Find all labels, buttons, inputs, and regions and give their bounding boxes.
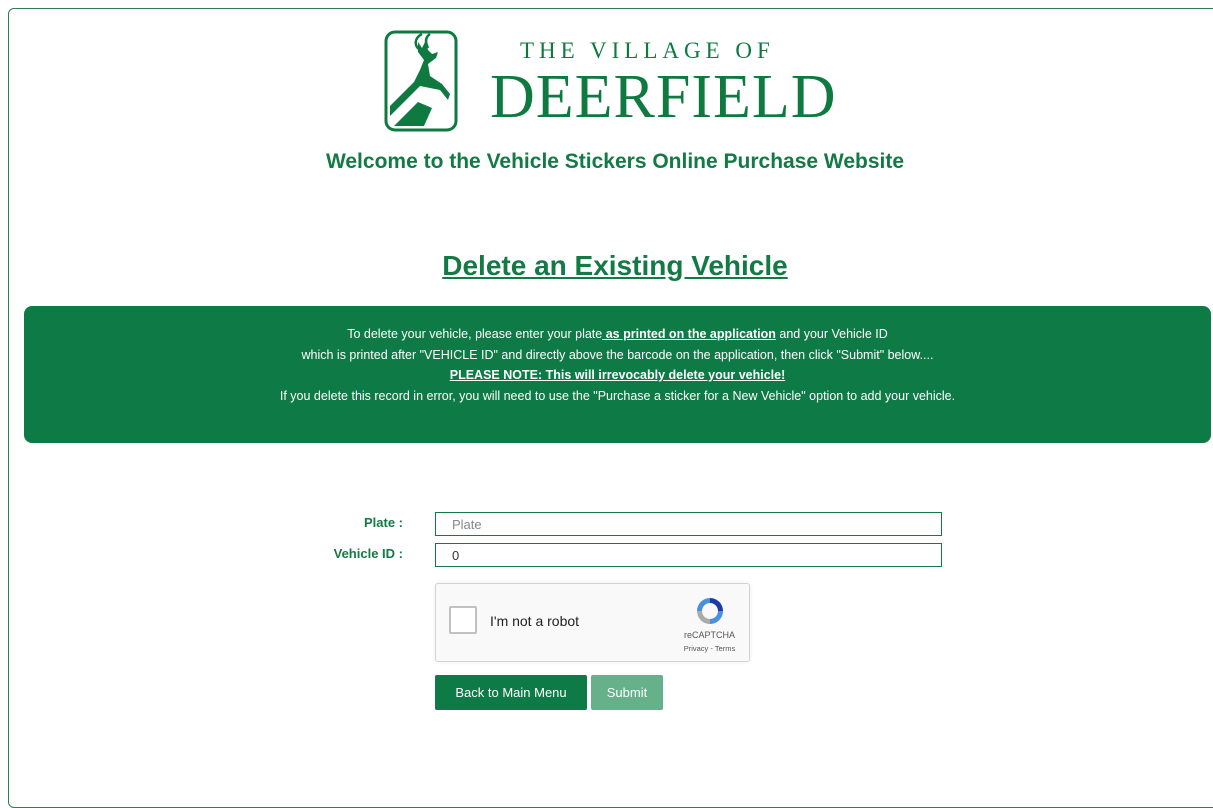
recaptcha-brand: reCAPTCHA xyxy=(683,630,735,640)
logo-line-1: THE VILLAGE OF xyxy=(520,38,775,63)
recaptcha-icon xyxy=(697,598,723,624)
back-to-main-menu-button[interactable]: Back to Main Menu xyxy=(435,675,587,710)
plate-input[interactable] xyxy=(435,512,942,536)
notice-line-4: If you delete this record in error, you … xyxy=(279,388,956,403)
notice-emphasis: as printed on the application xyxy=(602,327,776,341)
recaptcha-label: I'm not a robot xyxy=(490,613,580,629)
notice-line-2: which is printed after "VEHICLE ID" and … xyxy=(301,347,934,362)
page-title: Delete an Existing Vehicle xyxy=(442,250,788,281)
notice-warning: PLEASE NOTE: This will irrevocably delet… xyxy=(24,365,1211,386)
welcome-heading: Welcome to the Vehicle Stickers Online P… xyxy=(325,150,905,173)
deer-logo-icon xyxy=(384,30,458,132)
submit-button[interactable]: Submit xyxy=(591,675,663,710)
recaptcha-terms-link[interactable]: Privacy - Terms xyxy=(672,644,747,653)
vehicle-id-label: Vehicle ID : xyxy=(333,546,403,561)
notice-warning-text: PLEASE NOTE: This will irrevocably delet… xyxy=(449,368,786,382)
notice-line-1-start: To delete your vehicle, please enter you… xyxy=(347,327,603,341)
plate-label: Plate : xyxy=(363,515,403,530)
village-logo: THE VILLAGE OF DEERFIELD xyxy=(384,30,854,132)
vehicle-id-input[interactable] xyxy=(435,543,942,567)
notice-line-1-end: and your Vehicle ID xyxy=(775,327,888,341)
recaptcha-checkbox[interactable] xyxy=(449,606,477,634)
recaptcha-widget: I'm not a robot reCAPTCHA Privacy - Term… xyxy=(435,583,750,662)
logo-line-2: DEERFIELD xyxy=(490,63,837,131)
notice-line-1: To delete your vehicle, please enter you… xyxy=(24,324,1211,345)
instructions-panel: To delete your vehicle, please enter you… xyxy=(24,306,1211,443)
